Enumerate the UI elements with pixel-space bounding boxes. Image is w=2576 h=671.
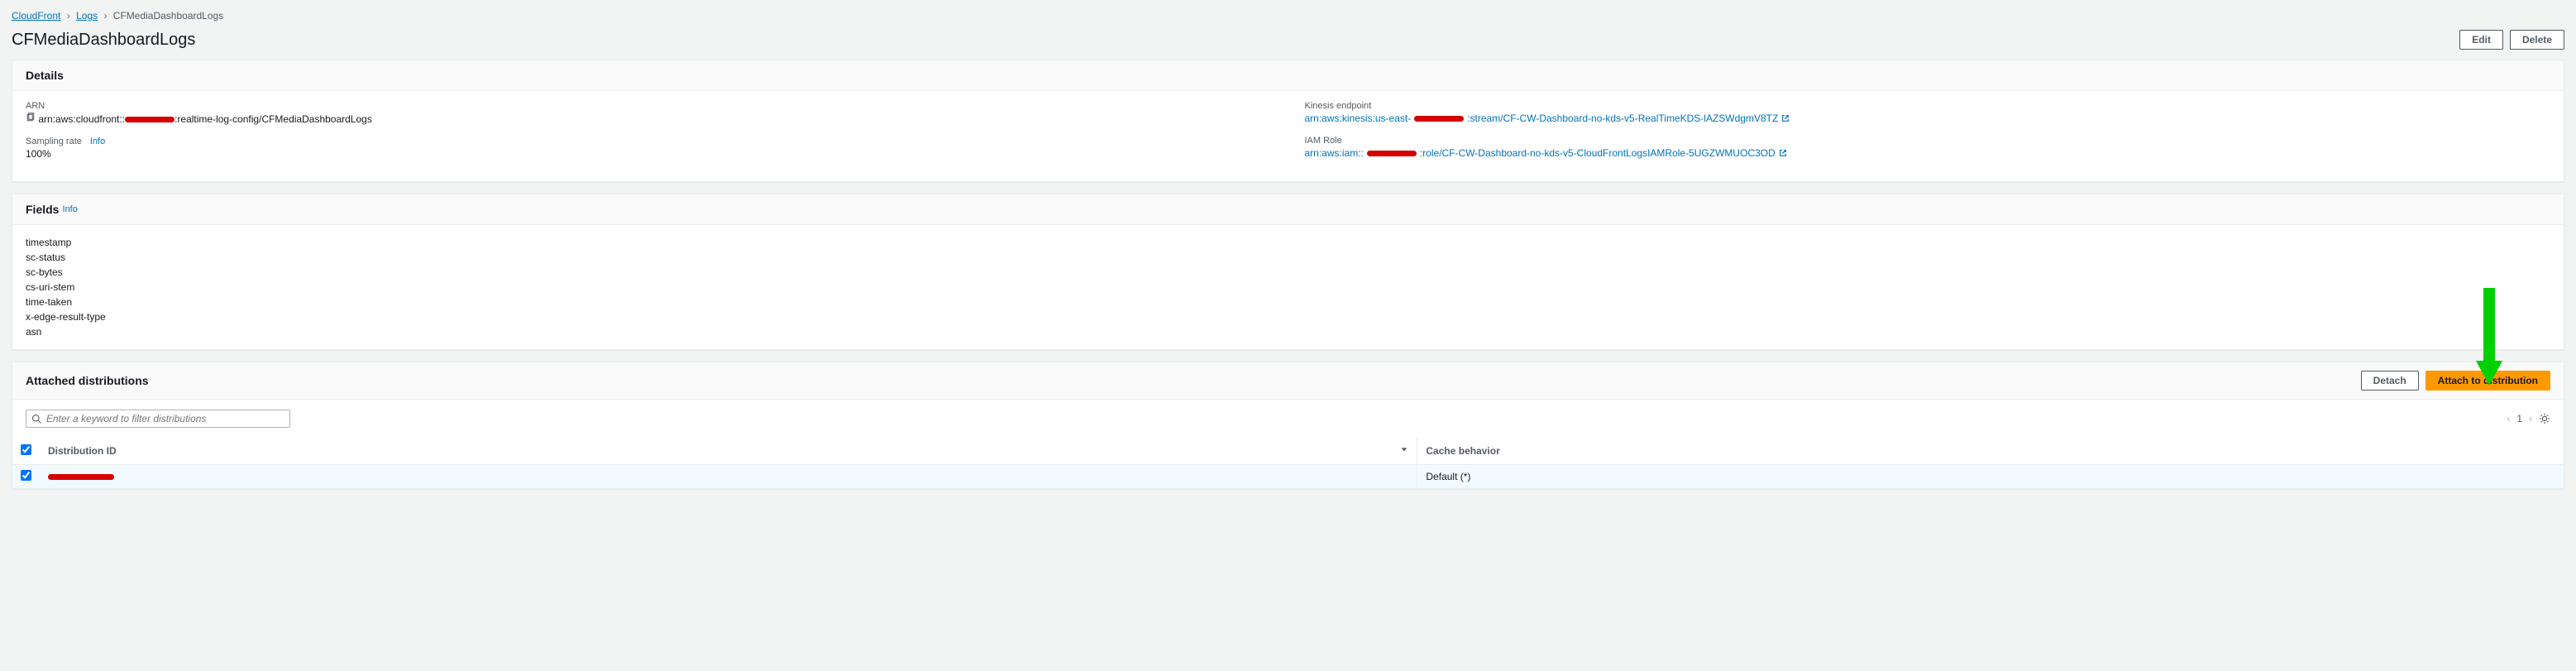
sampling-info-link[interactable]: Info	[90, 137, 105, 146]
redacted-text	[1367, 151, 1417, 156]
sampling-rate-label: Sampling rate	[26, 137, 82, 146]
field-item: cs-uri-stem	[26, 280, 2550, 295]
field-item: sc-bytes	[26, 265, 2550, 280]
iam-role-link[interactable]: arn:aws:iam:::role/CF-CW-Dashboard-no-kd…	[1305, 147, 1787, 159]
field-item: sc-status	[26, 250, 2550, 265]
distributions-table: Distribution ID Cache behavior Default (…	[12, 438, 2564, 488]
breadcrumb: CloudFront › Logs › CFMediaDashboardLogs	[12, 10, 2564, 22]
page-number: 1	[2516, 413, 2522, 424]
arn-value: arn:aws:cloudfront:::realtime-log-config…	[26, 113, 1272, 125]
attached-distributions-heading: Attached distributions	[26, 374, 149, 387]
distribution-id-cell[interactable]	[40, 465, 1417, 489]
iam-role-label: IAM Role	[1305, 136, 2551, 146]
breadcrumb-logs[interactable]: Logs	[76, 10, 98, 22]
redacted-text	[1414, 116, 1464, 122]
field-item: asn	[26, 324, 2550, 339]
attach-to-distribution-button[interactable]: Attach to distribution	[2425, 371, 2550, 391]
external-link-icon	[1781, 114, 1790, 122]
page-prev-icon[interactable]: ‹	[2507, 413, 2510, 424]
col-distribution-id[interactable]: Distribution ID	[40, 438, 1417, 465]
row-checkbox[interactable]	[21, 470, 31, 481]
details-panel: Details ARN arn:aws:cloudfront:::realtim…	[12, 60, 2564, 182]
redacted-text	[48, 474, 114, 480]
field-item: time-taken	[26, 295, 2550, 309]
gear-icon[interactable]	[2539, 413, 2550, 424]
redacted-text	[125, 117, 174, 122]
field-item: timestamp	[26, 235, 2550, 250]
details-heading: Details	[12, 60, 2564, 91]
sort-icon	[1400, 445, 1408, 453]
detach-button[interactable]: Detach	[2361, 371, 2419, 391]
kinesis-endpoint-label: Kinesis endpoint	[1305, 101, 2551, 111]
paginator: ‹ 1 ›	[2507, 413, 2550, 424]
delete-button[interactable]: Delete	[2510, 30, 2564, 50]
breadcrumb-root[interactable]: CloudFront	[12, 10, 60, 22]
chevron-right-icon: ›	[67, 10, 70, 22]
search-icon	[31, 414, 41, 424]
table-row[interactable]: Default (*)	[12, 465, 2564, 489]
search-distributions-input-wrap[interactable]	[26, 410, 290, 428]
copy-icon[interactable]	[26, 113, 36, 122]
breadcrumb-current: CFMediaDashboardLogs	[113, 10, 223, 22]
select-all-checkbox[interactable]	[21, 444, 31, 455]
fields-heading: Fields	[26, 203, 59, 216]
search-distributions-input[interactable]	[46, 413, 284, 424]
fields-list: timestamp sc-status sc-bytes cs-uri-stem…	[26, 235, 2550, 339]
sampling-rate-value: 100%	[26, 148, 1272, 160]
chevron-right-icon: ›	[103, 10, 107, 22]
attached-distributions-panel: Attached distributions Detach Attach to …	[12, 362, 2564, 489]
page-next-icon[interactable]: ›	[2529, 413, 2532, 424]
kinesis-endpoint-link[interactable]: arn:aws:kinesis:us-east-:stream/CF-CW-Da…	[1305, 113, 1790, 124]
edit-button[interactable]: Edit	[2459, 30, 2503, 50]
cache-behavior-cell: Default (*)	[1417, 465, 2564, 489]
fields-info-link[interactable]: Info	[62, 204, 77, 214]
arn-label: ARN	[26, 101, 1272, 111]
external-link-icon	[1779, 149, 1787, 157]
field-item: x-edge-result-type	[26, 309, 2550, 324]
page-title: CFMediaDashboardLogs	[12, 31, 2453, 50]
col-cache-behavior[interactable]: Cache behavior	[1417, 438, 2564, 465]
fields-panel: Fields Info timestamp sc-status sc-bytes…	[12, 194, 2564, 350]
